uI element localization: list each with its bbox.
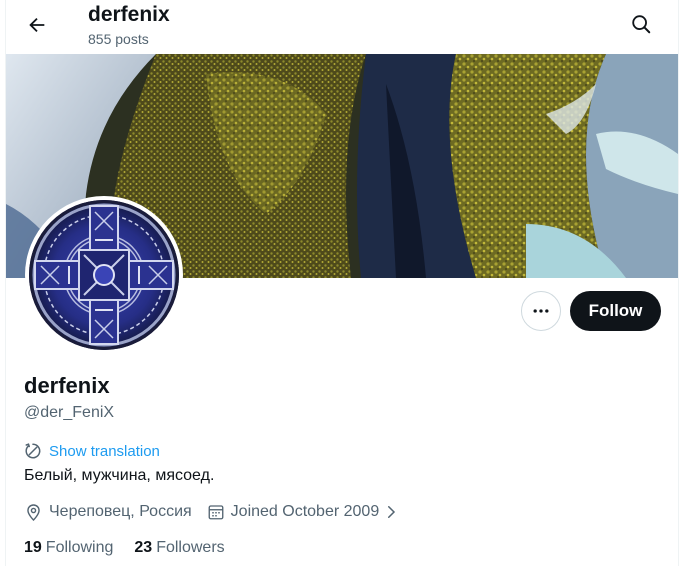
follow-stats: 19 Following 23 Followers — [24, 537, 225, 559]
show-translation-label: Show translation — [49, 442, 160, 460]
following-label: Following — [45, 539, 114, 556]
followers-label: Followers — [156, 539, 225, 556]
joined-text: Joined October 2009 — [230, 503, 380, 520]
location-item: Череповец, Россия — [24, 503, 192, 522]
followers-link[interactable]: 23 Followers — [134, 539, 224, 557]
chevron-right-icon — [388, 506, 396, 518]
calendar-icon — [208, 505, 224, 520]
following-count: 19 — [24, 539, 42, 556]
followers-count: 23 — [134, 539, 153, 556]
post-count: 855 posts — [88, 31, 149, 47]
show-translation-link[interactable]: Show translation — [24, 441, 160, 461]
search-button[interactable] — [624, 7, 658, 41]
joined-item[interactable]: Joined October 2009 — [207, 503, 400, 521]
header-title: derfenix — [88, 3, 170, 26]
follow-button[interactable]: Follow — [570, 291, 661, 331]
following-link[interactable]: 19 Following — [24, 539, 113, 557]
display-name: derfenix — [24, 373, 110, 398]
more-options-button[interactable] — [521, 291, 561, 331]
more-dots-icon — [533, 309, 549, 313]
avatar[interactable] — [25, 196, 183, 354]
user-handle: @der_FeniX — [24, 404, 115, 421]
search-icon — [632, 15, 651, 34]
profile-bio: Белый, мужчина, мясоед. — [24, 467, 215, 484]
avatar-celtic-cross-image — [29, 200, 179, 350]
profile-meta: Череповец, Россия Joined October 2009 — [24, 501, 399, 523]
arrow-left-icon — [29, 17, 45, 33]
location-text: Череповец, Россия — [49, 503, 192, 520]
profile-header-bar: derfenix 855 posts — [6, 0, 678, 53]
right-divider — [678, 0, 679, 566]
location-pin-icon — [27, 503, 40, 521]
translate-icon — [25, 443, 41, 459]
back-button[interactable] — [20, 8, 54, 42]
